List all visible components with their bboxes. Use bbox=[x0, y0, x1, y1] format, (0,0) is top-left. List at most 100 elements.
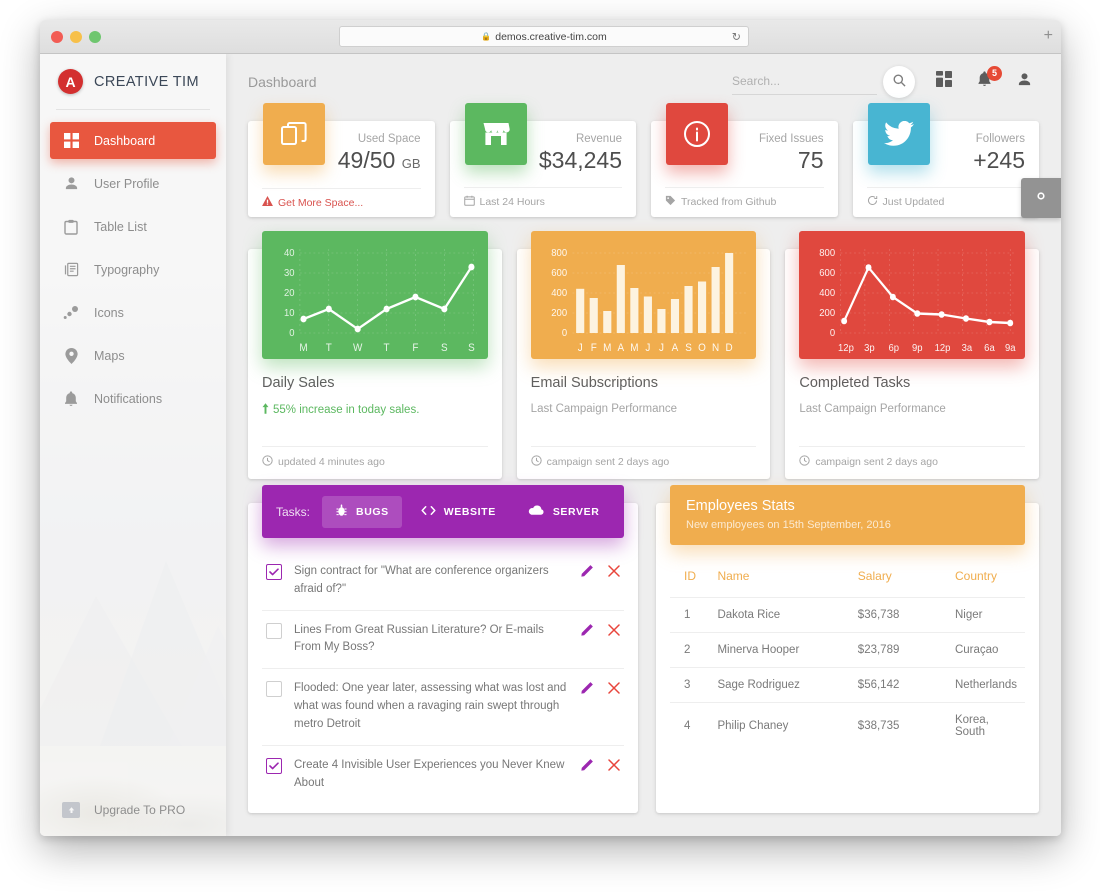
account-button[interactable] bbox=[1013, 71, 1035, 93]
settings-button[interactable] bbox=[1021, 178, 1061, 218]
svg-text:40: 40 bbox=[284, 248, 295, 260]
stat-footer[interactable]: Get More Space... bbox=[262, 188, 421, 209]
svg-text:J: J bbox=[659, 343, 664, 355]
cell-id: 2 bbox=[670, 632, 710, 668]
daily-sales-svg: 4030 2010 0 M T W T F S S bbox=[284, 248, 477, 355]
search-icon bbox=[893, 74, 906, 90]
column-header-salary[interactable]: Salary bbox=[849, 561, 947, 598]
column-header-id[interactable]: ID bbox=[670, 561, 710, 598]
sidebar-item-typography[interactable]: Typography bbox=[50, 251, 216, 288]
svg-text:J: J bbox=[577, 343, 582, 355]
svg-text:200: 200 bbox=[820, 308, 836, 320]
sidebar-item-maps[interactable]: Maps bbox=[50, 337, 216, 374]
close-x-icon[interactable] bbox=[608, 564, 620, 582]
apps-grid-button[interactable] bbox=[933, 71, 955, 93]
stat-footer-label: Just Updated bbox=[882, 196, 945, 208]
svg-text:800: 800 bbox=[820, 248, 836, 260]
store-icon bbox=[464, 103, 527, 165]
bottom-row: Tasks: BUGS WEBSITE SERVER Sign contract… bbox=[248, 485, 1039, 814]
maximize-window-button[interactable] bbox=[89, 31, 101, 43]
task-actions bbox=[581, 563, 620, 582]
pencil-icon[interactable] bbox=[581, 623, 594, 641]
new-tab-button[interactable]: + bbox=[1044, 28, 1053, 44]
task-checkbox[interactable] bbox=[266, 757, 282, 774]
cell-salary: $36,738 bbox=[849, 597, 947, 633]
completed-tasks-chart: 800 600 400 200 0 12p 3p 6p 9p 12p 3a 6a… bbox=[799, 231, 1026, 359]
person-icon bbox=[1017, 72, 1032, 92]
chart-title: Daily Sales bbox=[262, 375, 335, 391]
svg-text:M: M bbox=[299, 343, 307, 355]
task-checkbox[interactable] bbox=[266, 622, 282, 639]
sidebar-item-label: Table List bbox=[94, 219, 147, 234]
column-header-name[interactable]: Name bbox=[709, 561, 850, 598]
svg-text:20: 20 bbox=[284, 288, 295, 300]
close-x-icon[interactable] bbox=[608, 681, 620, 699]
employees-panel: Employees Stats New employees on 15th Se… bbox=[656, 485, 1039, 814]
svg-text:S: S bbox=[685, 343, 692, 355]
task-list: Sign contract for "What are conference o… bbox=[248, 538, 638, 813]
close-x-icon[interactable] bbox=[608, 623, 620, 641]
notifications-button[interactable]: 5 bbox=[973, 65, 1002, 93]
chart-footer: campaign sent 2 days ago bbox=[799, 446, 1026, 469]
svg-text:F: F bbox=[590, 343, 596, 355]
task-checkbox[interactable] bbox=[266, 681, 282, 698]
chart-card-daily-sales: 40 30 20 10 0 M T W T F S S Daily Sales … bbox=[248, 231, 502, 479]
sidebar-item-icons[interactable]: Icons bbox=[50, 294, 216, 331]
close-window-button[interactable] bbox=[51, 31, 63, 43]
stat-footer-label: Get More Space... bbox=[278, 196, 364, 209]
task-text: Create 4 Invisible User Experiences you … bbox=[294, 758, 565, 789]
search-button[interactable] bbox=[883, 65, 915, 98]
svg-text:S: S bbox=[468, 343, 475, 355]
search-input[interactable] bbox=[732, 68, 877, 95]
table-row: 4 Philip Chaney $38,735 Korea, South bbox=[670, 703, 1025, 750]
sidebar-item-notifications[interactable]: Notifications bbox=[50, 380, 216, 417]
person-icon bbox=[62, 175, 80, 193]
cloud-upload-icon bbox=[62, 802, 80, 818]
pencil-icon[interactable] bbox=[581, 564, 594, 582]
tab-bugs[interactable]: BUGS bbox=[322, 495, 402, 528]
pencil-icon[interactable] bbox=[581, 681, 594, 699]
dashboard-content: Used Space 49/50 GB Get More Space... Re… bbox=[226, 103, 1061, 814]
stat-card-revenue: Revenue $34,245 Last 24 Hours bbox=[449, 103, 636, 217]
sidebar-item-dashboard[interactable]: Dashboard bbox=[50, 122, 216, 159]
svg-text:0: 0 bbox=[289, 328, 295, 340]
stat-footer: Last 24 Hours bbox=[463, 187, 622, 209]
employees-table-wrap: ID Name Salary Country 1 Dakota Rice $36… bbox=[656, 561, 1039, 765]
copy-icon bbox=[263, 103, 325, 165]
chart-subtitle: Last Campaign Performance bbox=[799, 403, 1025, 415]
task-text: Flooded: One year later, assessing what … bbox=[294, 682, 567, 730]
sidebar-item-label: Dashboard bbox=[94, 133, 156, 148]
gear-icon bbox=[1031, 186, 1051, 211]
column-header-country[interactable]: Country bbox=[946, 561, 1025, 598]
svg-text:9p: 9p bbox=[912, 343, 923, 355]
sidebar-item-user-profile[interactable]: User Profile bbox=[50, 165, 216, 202]
task-row: Sign contract for "What are conference o… bbox=[262, 552, 624, 611]
daily-sales-chart: 40 30 20 10 0 M T W T F S S bbox=[262, 231, 488, 359]
minimize-window-button[interactable] bbox=[70, 31, 82, 43]
close-x-icon[interactable] bbox=[608, 758, 620, 776]
chart-subtitle-text: 55% increase in today sales. bbox=[273, 404, 420, 416]
task-actions bbox=[581, 680, 620, 699]
address-bar[interactable]: 🔒 demos.creative-tim.com ↻ bbox=[339, 26, 749, 47]
svg-text:10: 10 bbox=[284, 308, 295, 320]
task-checkbox[interactable] bbox=[266, 564, 282, 580]
clock-icon bbox=[799, 455, 811, 469]
reload-icon[interactable]: ↻ bbox=[732, 30, 741, 43]
upgrade-to-pro-button[interactable]: Upgrade To PRO bbox=[40, 802, 226, 818]
pencil-icon[interactable] bbox=[581, 758, 594, 776]
brand-name: CREATIVE TIM bbox=[94, 73, 199, 90]
lock-icon: 🔒 bbox=[481, 32, 492, 41]
mountain-shape bbox=[168, 626, 226, 746]
sidebar: A CREATIVE TIM Dashboard User Profile Ta… bbox=[40, 54, 226, 836]
cloud-icon bbox=[528, 505, 545, 519]
svg-text:12p: 12p bbox=[935, 343, 951, 355]
sidebar-item-table-list[interactable]: Table List bbox=[50, 208, 216, 245]
clock-icon bbox=[262, 455, 273, 469]
cell-name: Minerva Hooper bbox=[709, 632, 850, 668]
tab-website[interactable]: WEBSITE bbox=[408, 497, 509, 527]
brand-logo[interactable]: A CREATIVE TIM bbox=[40, 54, 226, 109]
chart-subtitle-text: Last Campaign Performance bbox=[530, 403, 678, 415]
check-icon bbox=[269, 762, 279, 770]
tab-server[interactable]: SERVER bbox=[515, 497, 613, 527]
svg-text:S: S bbox=[441, 343, 448, 355]
